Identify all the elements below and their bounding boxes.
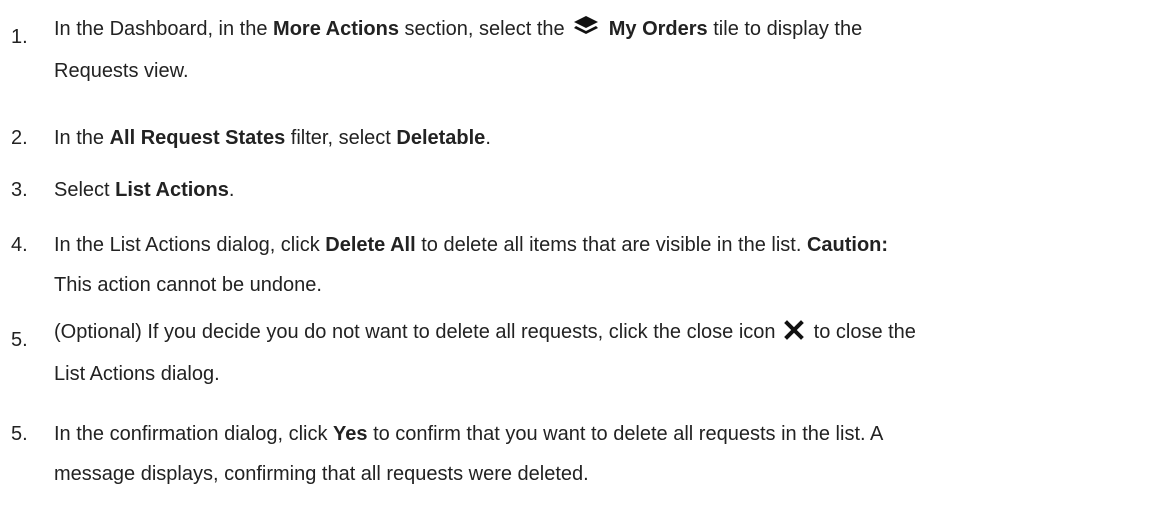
step-text: Select List Actions. bbox=[54, 172, 1144, 208]
text-run: tile to display the bbox=[707, 18, 863, 40]
caution-label: Caution: bbox=[806, 234, 889, 256]
text-run: (Optional) If you decide you do not want… bbox=[54, 321, 782, 343]
step-number: 5. bbox=[11, 423, 28, 445]
text-run: message displays, confirming that all re… bbox=[54, 463, 589, 485]
step-number: 4. bbox=[11, 234, 28, 256]
step-number: 3. bbox=[11, 179, 28, 201]
step-2: 2. In the All Request States filter, sel… bbox=[0, 120, 1160, 156]
text-run: filter, select bbox=[285, 127, 397, 149]
ui-term-more-actions: More Actions bbox=[273, 18, 399, 40]
step-3: 3. Select List Actions. bbox=[0, 172, 1160, 208]
text-run: to close the bbox=[808, 321, 916, 343]
layers-icon bbox=[573, 13, 599, 49]
ui-term-my-orders: My Orders bbox=[608, 18, 708, 40]
ui-term-deletable: Deletable bbox=[396, 127, 486, 149]
text-run: . bbox=[485, 127, 491, 149]
step-6: 5. In the confirmation dialog, click Yes… bbox=[0, 416, 1160, 485]
text-run: List Actions dialog. bbox=[54, 363, 220, 385]
step-number: 5. bbox=[11, 329, 28, 351]
step-text: (Optional) If you decide you do not want… bbox=[54, 314, 1144, 392]
ui-term-all-request-states: All Request States bbox=[109, 127, 286, 149]
step-text: In the List Actions dialog, click Delete… bbox=[54, 227, 1144, 303]
step-4: 4. In the List Actions dialog, click Del… bbox=[0, 227, 1160, 296]
text-run: In the Dashboard, in the bbox=[54, 18, 274, 40]
text-run: In the confirmation dialog, click bbox=[54, 423, 334, 445]
step-text: In the Dashboard, in the More Actions se… bbox=[54, 11, 1144, 89]
procedure-steps: 1. In the Dashboard, in the More Actions… bbox=[0, 0, 1169, 516]
close-icon bbox=[784, 316, 804, 352]
step-text: In the All Request States filter, select… bbox=[54, 120, 1144, 156]
text-run: In the List Actions dialog, click bbox=[54, 234, 326, 256]
text-run: In the bbox=[54, 127, 110, 149]
text-run: Requests view. bbox=[54, 60, 189, 82]
step-number: 1. bbox=[11, 26, 28, 48]
text-run: Select bbox=[54, 179, 116, 201]
text-run: to confirm that you want to delete all r… bbox=[367, 423, 884, 445]
text-run: . bbox=[228, 179, 235, 201]
step-1: 1. In the Dashboard, in the More Actions… bbox=[0, 11, 1160, 82]
step-5: 5. (Optional) If you decide you do not w… bbox=[0, 314, 1160, 385]
step-number: 2. bbox=[11, 127, 28, 149]
ui-term-list-actions: List Actions bbox=[115, 179, 229, 201]
step-text: In the confirmation dialog, click Yes to… bbox=[54, 416, 1144, 492]
text-run: to delete all items that are visible in … bbox=[415, 234, 807, 256]
text-run: This action cannot be undone. bbox=[54, 274, 322, 296]
ui-term-delete-all: Delete All bbox=[325, 234, 416, 256]
text-run: section, select the bbox=[398, 18, 571, 40]
ui-term-yes: Yes bbox=[333, 423, 368, 445]
